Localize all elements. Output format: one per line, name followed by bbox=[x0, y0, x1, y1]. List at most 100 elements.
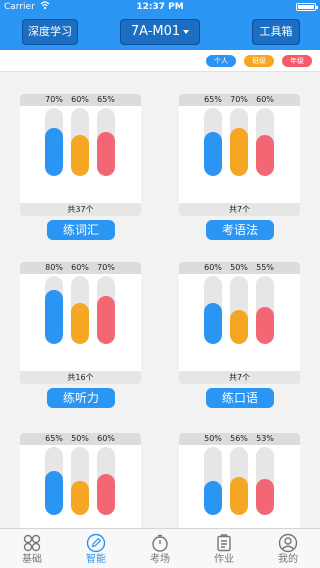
personal-bar-track bbox=[45, 447, 63, 515]
item-count: 共7个 bbox=[179, 371, 300, 384]
personal-score-bar bbox=[45, 128, 63, 176]
tab-exam-label: 考场 bbox=[150, 554, 170, 565]
practice-button[interactable]: 考语法 bbox=[206, 220, 274, 240]
percent-row: 50% 56% 53% bbox=[179, 433, 300, 445]
skill-card: 60% 50% 55% 共7个 bbox=[179, 262, 300, 384]
class-score-bar bbox=[71, 303, 89, 344]
grade-percent-label: 53% bbox=[256, 434, 274, 443]
tab-profile[interactable]: 我的 bbox=[256, 531, 320, 568]
percent-row: 80% 60% 70% bbox=[20, 262, 141, 274]
legend: 个人 班级 年级 bbox=[0, 50, 320, 72]
class-percent-label: 60% bbox=[71, 95, 89, 104]
grade-bar-track bbox=[97, 276, 115, 344]
timer-icon bbox=[152, 534, 168, 552]
practice-button[interactable]: 练听力 bbox=[47, 388, 115, 408]
grade-percent-label: 65% bbox=[97, 95, 115, 104]
grade-percent-label: 60% bbox=[97, 434, 115, 443]
class-bar-track bbox=[71, 108, 89, 176]
grade-percent-label: 70% bbox=[97, 263, 115, 272]
personal-percent-label: 65% bbox=[204, 95, 222, 104]
class-percent-label: 70% bbox=[230, 95, 248, 104]
grade-bar-track bbox=[256, 276, 274, 344]
clipboard-icon bbox=[217, 534, 231, 552]
personal-bar-track bbox=[204, 276, 222, 344]
grade-score-bar bbox=[97, 132, 115, 176]
pencil-icon bbox=[86, 533, 106, 553]
unit-selector-label: 7A-M01 bbox=[130, 24, 181, 39]
tab-basics-label: 基础 bbox=[22, 554, 42, 565]
practice-button[interactable]: 练口语 bbox=[206, 388, 274, 408]
percent-row: 60% 50% 55% bbox=[179, 262, 300, 274]
status-bar: Carrier 12:37 PM bbox=[0, 0, 320, 14]
personal-bar-track bbox=[204, 447, 222, 515]
class-score-bar bbox=[230, 128, 248, 176]
grade-score-bar bbox=[97, 474, 115, 515]
tab-smart-label: 智能 bbox=[86, 554, 106, 565]
battery-icon bbox=[296, 3, 318, 11]
user-icon bbox=[278, 533, 298, 553]
personal-percent-label: 65% bbox=[45, 434, 63, 443]
percent-row: 70% 60% 65% bbox=[20, 94, 141, 106]
grade-bar-track bbox=[97, 447, 115, 515]
grade-bar-track bbox=[256, 108, 274, 176]
personal-score-bar bbox=[45, 471, 63, 515]
percent-row: 65% 50% 60% bbox=[20, 433, 141, 445]
class-bar-track bbox=[230, 276, 248, 344]
caret-down-icon bbox=[183, 29, 190, 34]
class-bar-track bbox=[230, 447, 248, 515]
class-bar-track bbox=[71, 447, 89, 515]
item-count: 共7个 bbox=[179, 203, 300, 216]
grade-score-bar bbox=[256, 135, 274, 176]
class-score-bar bbox=[71, 481, 89, 515]
class-score-bar bbox=[230, 310, 248, 344]
legend-personal: 个人 bbox=[206, 55, 236, 67]
personal-percent-label: 70% bbox=[45, 95, 63, 104]
practice-button[interactable]: 练词汇 bbox=[47, 220, 115, 240]
personal-score-bar bbox=[204, 303, 222, 344]
item-count: 共37个 bbox=[20, 203, 141, 216]
skill-card: 80% 60% 70% 共16个 bbox=[20, 262, 141, 384]
class-percent-label: 60% bbox=[71, 263, 89, 272]
class-score-bar bbox=[230, 477, 248, 515]
skill-card: 65% 70% 60% 共7个 bbox=[179, 94, 300, 216]
tab-basics[interactable]: 基础 bbox=[0, 531, 64, 568]
clock: 12:37 PM bbox=[136, 2, 184, 12]
personal-percent-label: 80% bbox=[45, 263, 63, 272]
personal-percent-label: 50% bbox=[204, 434, 222, 443]
unit-selector[interactable]: 7A-M01 bbox=[120, 19, 200, 45]
legend-grade: 年级 bbox=[282, 55, 312, 67]
personal-score-bar bbox=[204, 481, 222, 515]
personal-bar-track bbox=[45, 108, 63, 176]
grade-percent-label: 60% bbox=[256, 95, 274, 104]
deep-learning-button[interactable]: 深度学习 bbox=[22, 19, 78, 45]
class-percent-label: 50% bbox=[230, 263, 248, 272]
class-bar-track bbox=[230, 108, 248, 176]
grade-bar-track bbox=[256, 447, 274, 515]
tab-profile-label: 我的 bbox=[278, 554, 298, 565]
grade-percent-label: 55% bbox=[256, 263, 274, 272]
class-score-bar bbox=[71, 135, 89, 176]
grade-score-bar bbox=[256, 479, 274, 515]
tab-smart[interactable]: 智能 bbox=[64, 531, 128, 568]
tab-homework-label: 作业 bbox=[214, 554, 234, 565]
grid-icon bbox=[23, 534, 41, 552]
class-bar-track bbox=[71, 276, 89, 344]
grade-score-bar bbox=[256, 307, 274, 344]
grade-bar-track bbox=[97, 108, 115, 176]
personal-score-bar bbox=[45, 290, 63, 344]
personal-bar-track bbox=[45, 276, 63, 344]
tab-homework[interactable]: 作业 bbox=[192, 531, 256, 568]
nav-bar: 深度学习 7A-M01 工具箱 bbox=[0, 14, 320, 50]
legend-class: 班级 bbox=[244, 55, 274, 67]
toolbox-button[interactable]: 工具箱 bbox=[252, 19, 300, 45]
percent-row: 65% 70% 60% bbox=[179, 94, 300, 106]
class-percent-label: 50% bbox=[71, 434, 89, 443]
skill-card: 70% 60% 65% 共37个 bbox=[20, 94, 141, 216]
personal-bar-track bbox=[204, 108, 222, 176]
item-count: 共16个 bbox=[20, 371, 141, 384]
grade-score-bar bbox=[97, 296, 115, 344]
personal-percent-label: 60% bbox=[204, 263, 222, 272]
personal-score-bar bbox=[204, 132, 222, 176]
tab-exam[interactable]: 考场 bbox=[128, 531, 192, 568]
class-percent-label: 56% bbox=[230, 434, 248, 443]
